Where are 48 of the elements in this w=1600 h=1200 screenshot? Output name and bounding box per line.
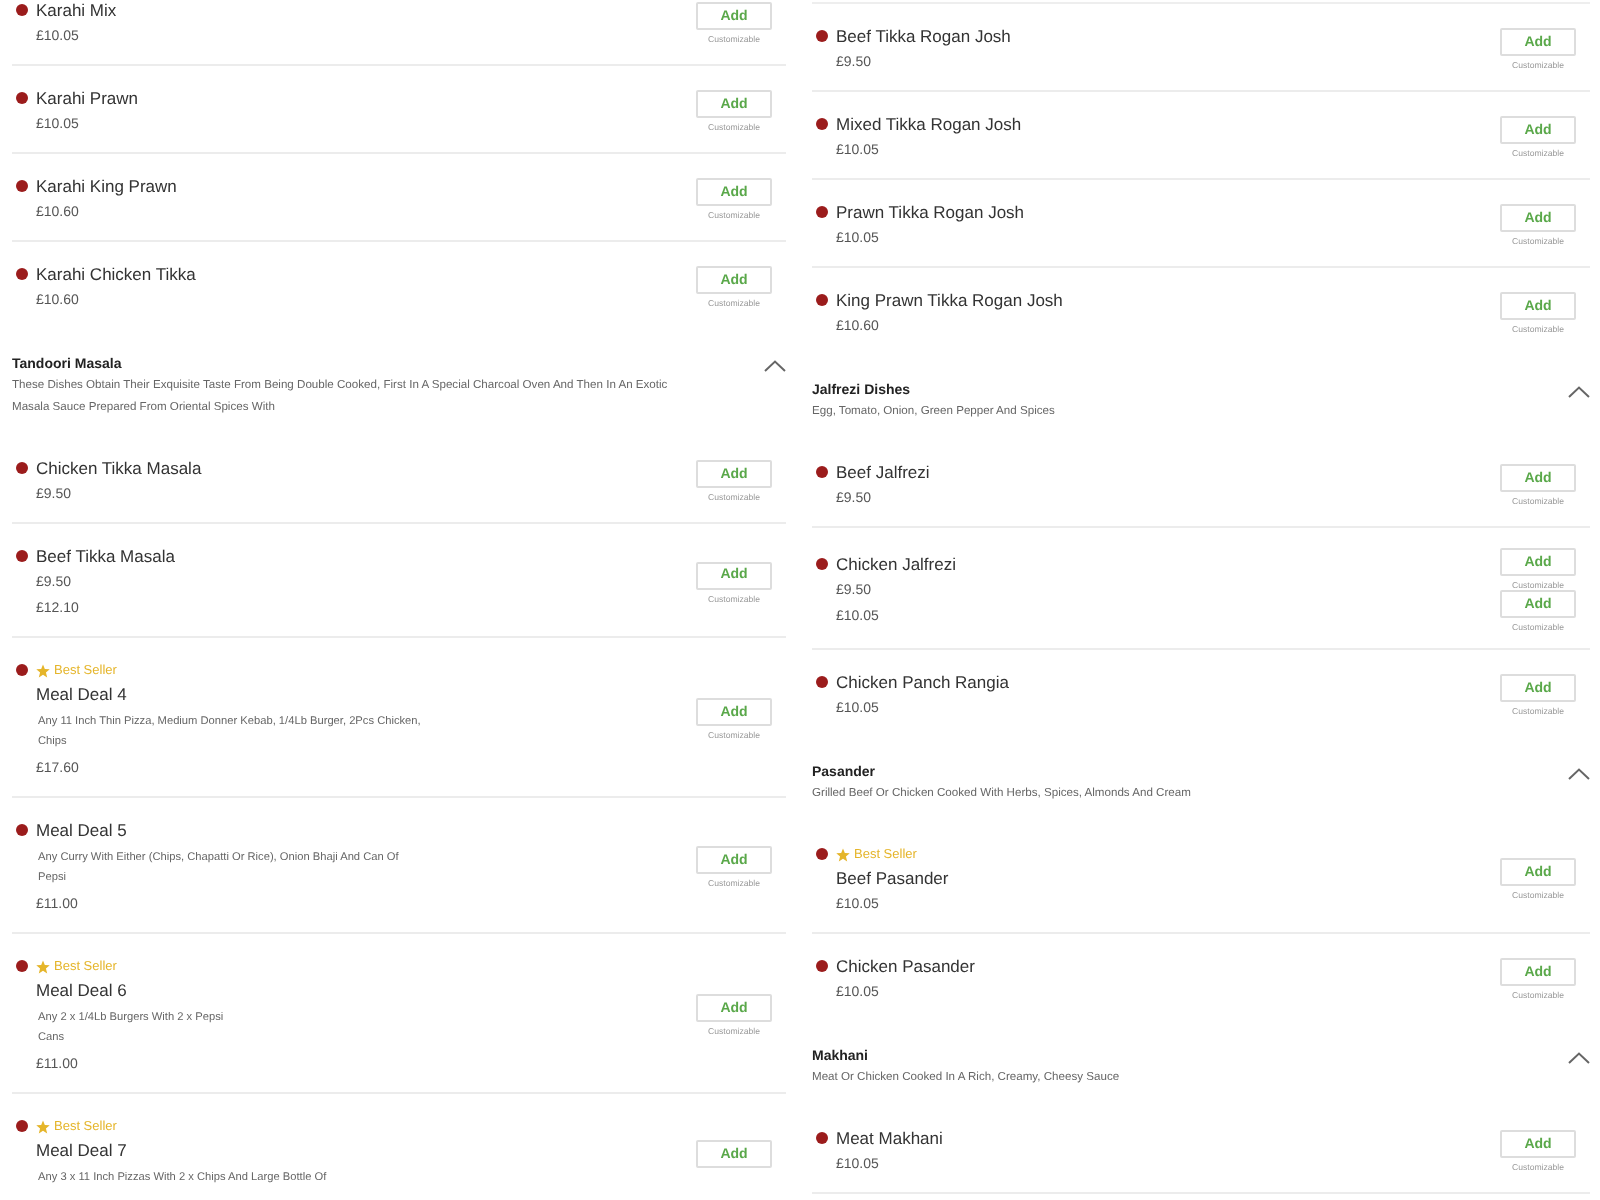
non-veg-dot-icon xyxy=(16,268,28,280)
dish-name: Beef Jalfrezi xyxy=(836,460,930,484)
dish-name: Meal Deal 6 xyxy=(34,978,129,1002)
star-icon xyxy=(36,959,50,973)
chevron-up-icon[interactable] xyxy=(1568,385,1590,397)
star-icon xyxy=(836,847,850,861)
dish-name: Beef Pasander xyxy=(834,866,951,890)
non-veg-dot-icon xyxy=(816,30,828,42)
dish-name: Meal Deal 7 xyxy=(34,1138,129,1162)
dish-name: Karahi King Prawn xyxy=(36,174,177,198)
non-veg-dot-icon xyxy=(816,558,828,570)
dish-name: Chicken Tikka Masala xyxy=(36,456,202,480)
dish-name: Meal Deal 5 xyxy=(36,818,127,842)
non-veg-dot-icon xyxy=(16,462,28,474)
non-veg-dot-icon xyxy=(816,118,828,130)
chevron-up-icon[interactable] xyxy=(1568,1051,1590,1063)
dish-name: Karahi Chicken Tikka xyxy=(36,262,196,286)
chevron-up-icon[interactable] xyxy=(764,359,786,371)
dish-name: Chicken Pasander xyxy=(836,954,975,978)
non-veg-dot-icon xyxy=(816,676,828,688)
non-veg-dot-icon xyxy=(816,206,828,218)
dish-name: Karahi Mix xyxy=(36,0,117,22)
star-icon xyxy=(36,663,50,677)
non-veg-dot-icon xyxy=(16,664,28,676)
non-veg-dot-icon xyxy=(16,180,28,192)
dish-name: Prawn Tikka Rogan Josh xyxy=(836,200,1025,224)
dish-name: Karahi Prawn xyxy=(36,86,139,110)
non-veg-dot-icon xyxy=(816,294,828,306)
dish-name: Beef Tikka Rogan Josh xyxy=(836,24,1011,48)
dish-name: Meal Deal 4 xyxy=(34,682,129,706)
non-veg-dot-icon xyxy=(816,960,828,972)
star-icon xyxy=(36,1119,50,1133)
non-veg-dot-icon xyxy=(16,550,28,562)
non-veg-dot-icon xyxy=(16,4,28,16)
dish-name: Meat Makhani xyxy=(836,1126,943,1150)
dish-name: Chicken Jalfrezi xyxy=(836,552,956,576)
non-veg-dot-icon xyxy=(16,1120,28,1132)
chevron-up-icon[interactable] xyxy=(1568,767,1590,779)
dish-name: King Prawn Tikka Rogan Josh xyxy=(836,288,1063,312)
dish-name: Chicken Panch Rangia xyxy=(836,670,1009,694)
non-veg-dot-icon xyxy=(816,1132,828,1144)
non-veg-dot-icon xyxy=(816,466,828,478)
non-veg-dot-icon xyxy=(16,92,28,104)
non-veg-dot-icon xyxy=(16,824,28,836)
non-veg-dot-icon xyxy=(816,848,828,860)
dish-name: Mixed Tikka Rogan Josh xyxy=(836,112,1022,136)
non-veg-dot-icon xyxy=(16,960,28,972)
dish-name: Beef Tikka Masala xyxy=(36,544,175,568)
